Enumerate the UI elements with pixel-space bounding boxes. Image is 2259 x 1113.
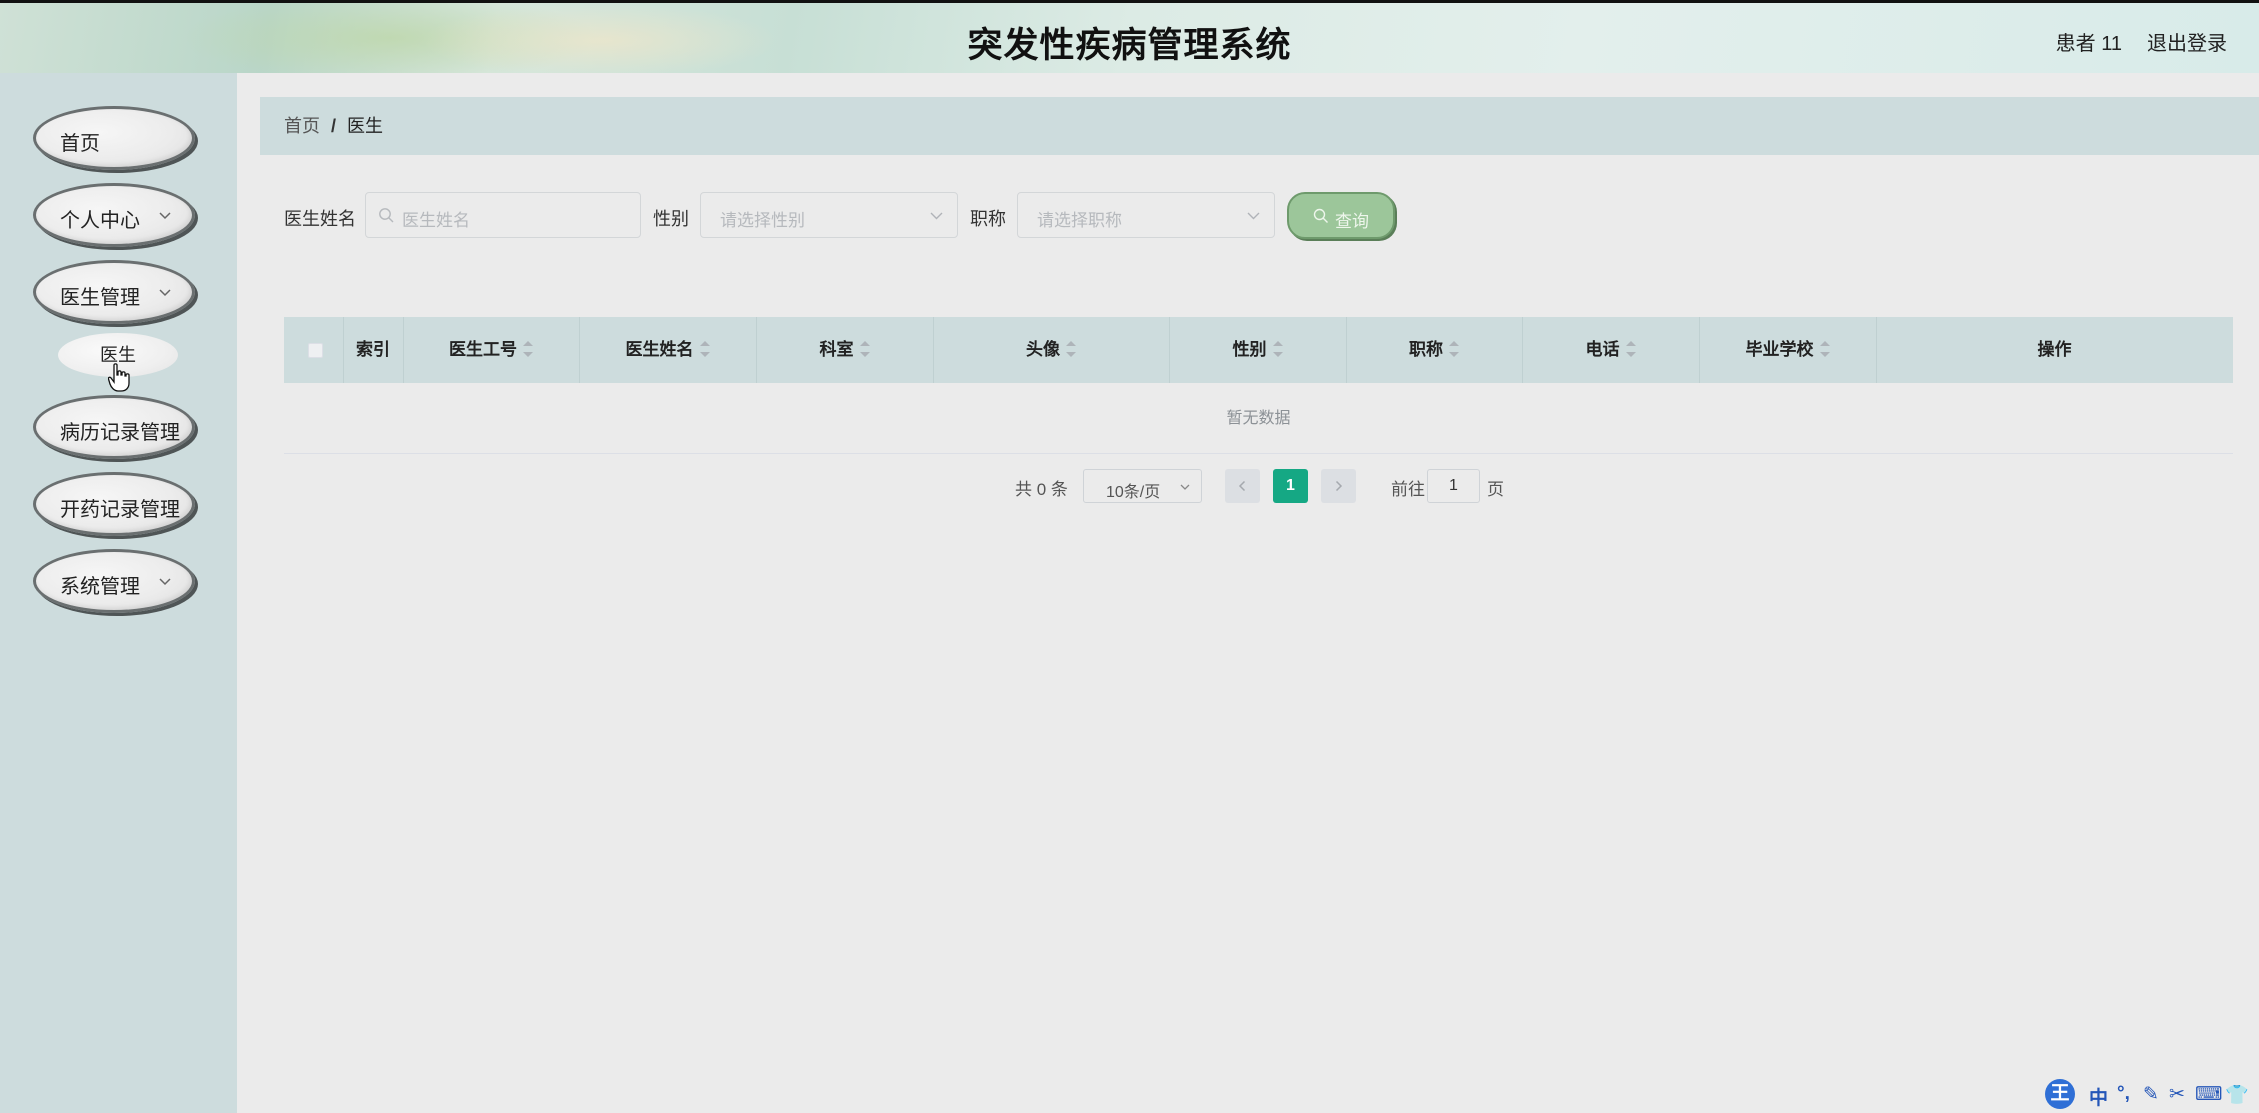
chevron-down-icon: [930, 212, 943, 220]
sidebar-item-home[interactable]: 首页: [33, 106, 195, 170]
sort-icon: [1272, 340, 1283, 357]
sidebar-item-label: 开药记录管理: [60, 499, 180, 521]
table-header: 索引 医生工号 医生姓名 科室 头像 性别 职称 电话 毕业学校 操作: [284, 317, 2233, 383]
chevron-down-icon: [1180, 484, 1190, 490]
ime-handwrite-icon[interactable]: ✎: [2143, 1083, 2159, 1106]
ime-toolbar: 王 中 °, ✎ ✂ ⌨ 👕: [2045, 1079, 2259, 1109]
sidebar-item-label: 个人中心: [60, 210, 140, 232]
sidebar-item-prescription-records[interactable]: 开药记录管理: [33, 472, 195, 536]
app-header: 突发性疾病管理系统 患者 11 退出登录: [0, 0, 2259, 73]
search-icon: [379, 208, 394, 223]
chevron-down-icon: [1247, 212, 1260, 220]
column-header-index: 索引: [356, 340, 390, 359]
sidebar-item-label: 首页: [60, 133, 100, 155]
search-icon: [1313, 208, 1328, 223]
ime-logo-icon[interactable]: 王: [2045, 1079, 2075, 1109]
breadcrumb: 首页 / 医生: [260, 97, 2259, 155]
doctor-name-input[interactable]: 医生姓名: [365, 192, 641, 238]
table-empty-row: 暂无数据: [284, 383, 2233, 454]
sort-icon: [699, 340, 710, 357]
sidebar-item-label: 病历记录管理: [60, 422, 180, 444]
logout-link[interactable]: 退出登录: [2147, 27, 2227, 56]
sort-icon: [1819, 340, 1830, 357]
chevron-down-icon: [159, 578, 171, 586]
chevron-left-icon: [1238, 480, 1246, 492]
hand-pointer-icon: [108, 363, 130, 392]
query-button[interactable]: 查询: [1287, 192, 1395, 239]
page-number-current[interactable]: 1: [1273, 469, 1308, 503]
column-header-school[interactable]: 毕业学校: [1699, 317, 1876, 383]
breadcrumb-home[interactable]: 首页: [284, 116, 320, 136]
ime-punctuation-icon[interactable]: °,: [2117, 1083, 2130, 1105]
current-user: 患者 11: [2055, 33, 2122, 55]
sidebar-item-medical-records[interactable]: 病历记录管理: [33, 395, 195, 459]
gender-placeholder: 请选择性别: [720, 211, 805, 230]
column-header-title[interactable]: 职称: [1346, 317, 1522, 383]
select-all-checkbox[interactable]: [308, 343, 323, 358]
app-title: 突发性疾病管理系统: [967, 26, 1292, 65]
sort-icon: [523, 340, 533, 357]
goto-unit-label: 页: [1487, 480, 1504, 499]
doctor-name-label: 医生姓名: [284, 209, 356, 229]
column-header-doctor-name[interactable]: 医生姓名: [579, 317, 756, 383]
ime-scissors-icon[interactable]: ✂: [2169, 1083, 2185, 1106]
sort-icon: [1066, 340, 1076, 357]
chevron-down-icon: [159, 289, 171, 297]
gender-select[interactable]: 请选择性别: [700, 192, 958, 238]
column-header-avatar[interactable]: 头像: [933, 317, 1169, 383]
title-placeholder: 请选择职称: [1037, 211, 1122, 230]
page-size-select[interactable]: 10条/页: [1083, 469, 1202, 503]
doctor-name-placeholder: 医生姓名: [402, 211, 470, 230]
goto-page-input[interactable]: 1: [1427, 469, 1480, 503]
title-label: 职称: [970, 209, 1006, 229]
sort-icon: [1625, 340, 1636, 357]
column-header-department[interactable]: 科室: [756, 317, 933, 383]
pagination-total: 共 0 条: [1015, 480, 1068, 499]
gender-label: 性别: [653, 209, 689, 229]
chevron-right-icon: [1335, 480, 1343, 492]
goto-label: 前往: [1391, 480, 1425, 499]
ime-keyboard-icon[interactable]: ⌨: [2195, 1083, 2222, 1106]
column-header-doctor-id[interactable]: 医生工号: [403, 317, 579, 383]
column-header-actions: 操作: [2037, 340, 2072, 359]
ime-skin-icon[interactable]: 👕: [2225, 1083, 2249, 1107]
sidebar-item-personal-center[interactable]: 个人中心: [33, 183, 195, 247]
sort-icon: [859, 340, 870, 357]
empty-text: 暂无数据: [1226, 410, 1291, 427]
page-size-value: 10条/页: [1106, 484, 1161, 501]
next-page-button[interactable]: [1321, 469, 1356, 503]
column-header-phone[interactable]: 电话: [1522, 317, 1699, 383]
doctor-table: 索引 医生工号 医生姓名 科室 头像 性别 职称 电话 毕业学校 操作 暂无数据: [284, 317, 2233, 454]
sidebar-item-system-management[interactable]: 系统管理: [33, 549, 195, 613]
sidebar-item-label: 系统管理: [60, 576, 140, 598]
sort-icon: [1449, 340, 1459, 357]
chevron-down-icon: [159, 212, 171, 220]
breadcrumb-current: 医生: [347, 116, 384, 136]
ime-chinese-mode-icon[interactable]: 中: [2089, 1083, 2108, 1110]
title-select[interactable]: 请选择职称: [1017, 192, 1275, 238]
breadcrumb-separator: /: [331, 116, 337, 136]
query-button-label: 查询: [1335, 212, 1369, 231]
sidebar-item-doctor-management[interactable]: 医生管理: [33, 260, 195, 324]
prev-page-button[interactable]: [1225, 469, 1260, 503]
column-header-gender[interactable]: 性别: [1169, 317, 1346, 383]
sidebar-item-label: 医生管理: [60, 287, 140, 309]
